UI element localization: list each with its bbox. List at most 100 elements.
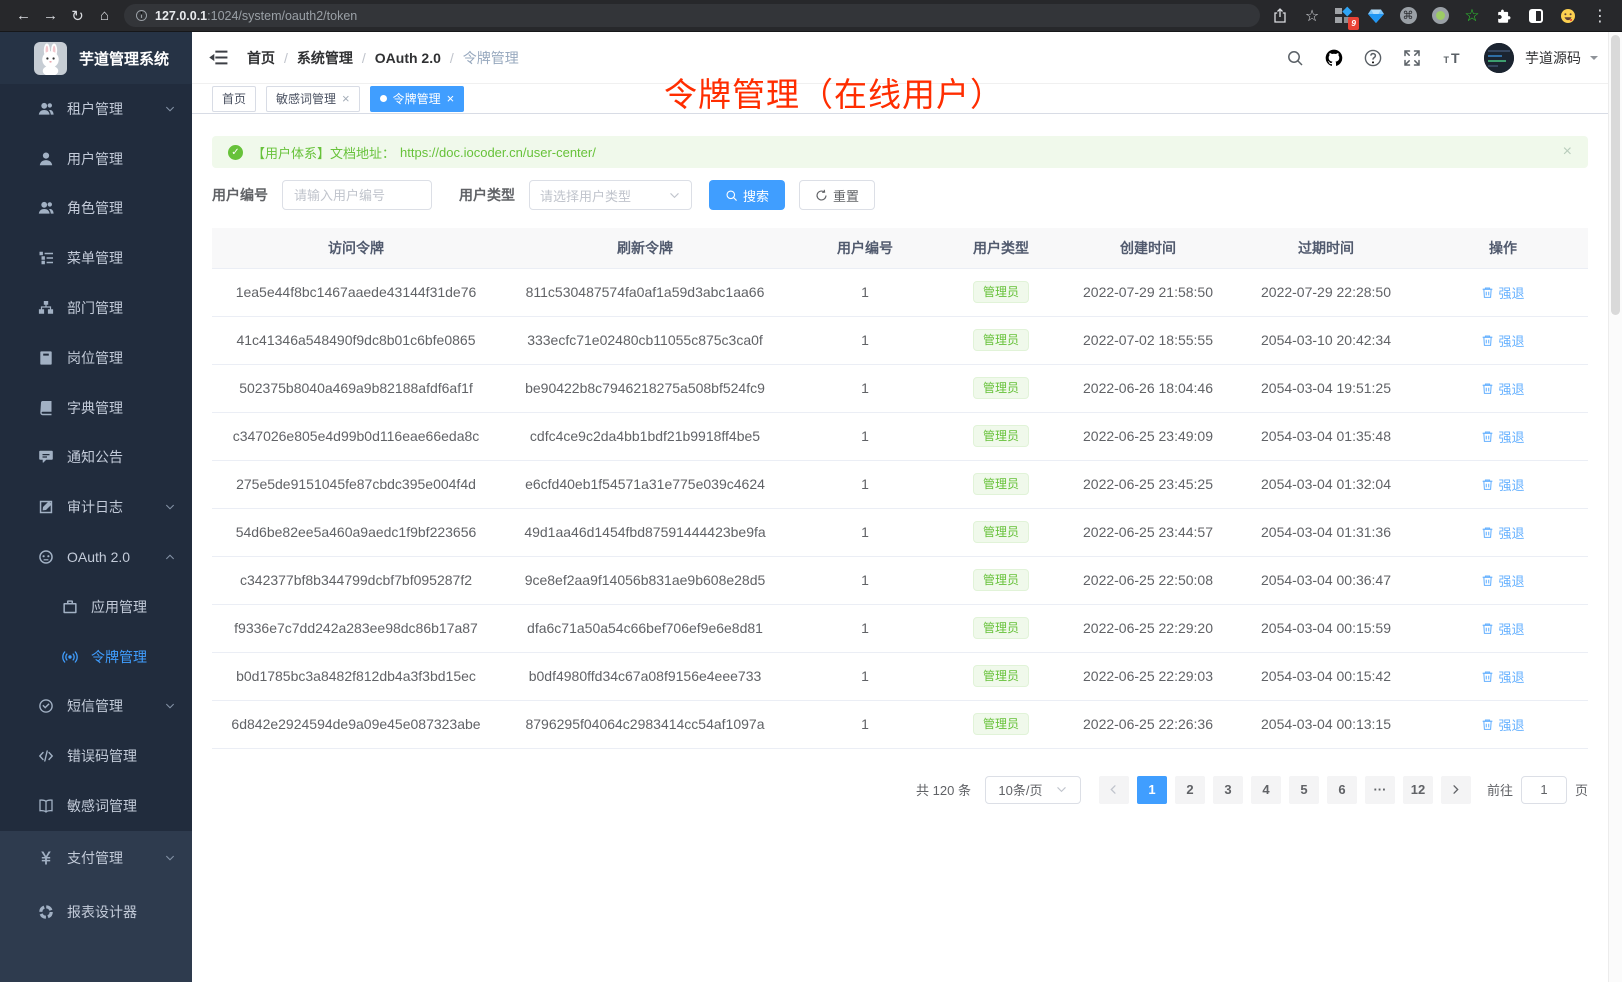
sidebar-item-dept[interactable]: 部门管理 [0, 283, 192, 333]
pagination-page-5[interactable]: 5 [1289, 776, 1319, 804]
sidebar-item-sms[interactable]: 短信管理 [0, 682, 192, 732]
sidebar-item-notice[interactable]: 通知公告 [0, 433, 192, 483]
created-time-cell: 2022-07-02 18:55:55 [1062, 316, 1234, 364]
expired-time-cell: 2054-03-04 00:15:59 [1234, 604, 1418, 652]
force-logout-button[interactable]: 强退 [1481, 571, 1524, 590]
reader-extension-icon[interactable] [1526, 6, 1546, 26]
sidebar-item-audit-log[interactable]: 审计日志 [0, 482, 192, 532]
pagination-page-2[interactable]: 2 [1175, 776, 1205, 804]
puzzle-extensions-icon[interactable] [1494, 6, 1514, 26]
force-logout-button[interactable]: 强退 [1481, 331, 1524, 350]
emoji-extension-icon[interactable] [1558, 6, 1578, 26]
browser-back-icon[interactable]: ← [10, 3, 37, 29]
page-scrollbar[interactable] [1608, 32, 1622, 982]
breadcrumb-item: 令牌管理 [463, 48, 519, 68]
page-content: ✓ 【用户体系】文档地址： https://doc.iocoder.cn/use… [192, 114, 1622, 982]
pagination-prev[interactable] [1099, 776, 1129, 804]
github-icon[interactable] [1325, 49, 1343, 67]
browser-menu-icon[interactable]: ⋮ [1590, 6, 1610, 26]
gem-extension-icon[interactable] [1366, 6, 1386, 26]
fullscreen-icon[interactable] [1403, 49, 1421, 67]
sidebar-item-oauth2-app[interactable]: 应用管理 [0, 582, 192, 632]
sidebar-item-menu[interactable]: 菜单管理 [0, 233, 192, 283]
user-id-cell: 1 [790, 316, 940, 364]
pagination-next[interactable] [1441, 776, 1471, 804]
breadcrumb-item[interactable]: OAuth 2.0 [375, 50, 441, 66]
browser-home-icon[interactable]: ⌂ [91, 3, 118, 29]
address-bar[interactable]: 127.0.0.1:1024/system/oauth2/token [124, 4, 1260, 27]
sidebar-item-oauth2-token[interactable]: 令牌管理 [0, 632, 192, 682]
sidebar-item-post[interactable]: 岗位管理 [0, 333, 192, 383]
force-logout-button[interactable]: 强退 [1481, 667, 1524, 686]
force-logout-button[interactable]: 强退 [1481, 619, 1524, 638]
user-type-cell: 管理员 [940, 316, 1062, 364]
tab-close-icon[interactable]: × [342, 92, 350, 105]
force-logout-button[interactable]: 强退 [1481, 379, 1524, 398]
bookmark-star-icon[interactable]: ☆ [1302, 6, 1322, 26]
force-logout-button[interactable]: 强退 [1481, 715, 1524, 734]
user-name[interactable]: 芋道源码 [1525, 48, 1581, 68]
goto-page-input[interactable] [1521, 776, 1567, 804]
user-id-cell: 1 [790, 268, 940, 316]
action-cell: 强退 [1418, 652, 1588, 700]
breadcrumb-separator: / [362, 50, 366, 66]
goto-page: 前往 页 [1487, 776, 1588, 804]
pagination-page-4[interactable]: 4 [1251, 776, 1281, 804]
tab-sensitive-word[interactable]: 敏感词管理 × [266, 86, 360, 112]
command-extension-icon[interactable]: ⌘ [1398, 6, 1418, 26]
force-logout-button[interactable]: 强退 [1481, 283, 1524, 302]
pagination-page-6[interactable]: 6 [1327, 776, 1357, 804]
user-type-select[interactable]: 请选择用户类型 [529, 180, 692, 210]
tab-home[interactable]: 首页 [212, 86, 256, 112]
page-size-select[interactable]: 10条/页 [985, 776, 1081, 804]
sidebar-menu-bottom: 支付管理 报表设计器 [0, 831, 192, 982]
force-logout-button[interactable]: 强退 [1481, 523, 1524, 542]
doc-link[interactable]: https://doc.iocoder.cn/user-center/ [400, 145, 596, 160]
force-logout-button[interactable]: 强退 [1481, 475, 1524, 494]
search-icon[interactable] [1286, 49, 1304, 67]
user-id-input[interactable] [282, 180, 432, 210]
sidebar-item-pay[interactable]: 支付管理 [0, 831, 192, 885]
sidebar-item-user[interactable]: 用户管理 [0, 134, 192, 184]
access-token-cell: 1ea5e44f8bc1467aaede43144f31de76 [212, 268, 500, 316]
user-icon [38, 151, 54, 167]
search-button[interactable]: 搜索 [709, 180, 785, 210]
sidebar-item-dict[interactable]: 字典管理 [0, 383, 192, 433]
scrollbar-thumb[interactable] [1611, 35, 1620, 315]
collapse-sidebar-icon[interactable] [208, 47, 229, 68]
user-type-tag: 管理员 [973, 617, 1029, 639]
sidebar-item-role[interactable]: 角色管理 [0, 184, 192, 234]
sidebar-item-oauth2[interactable]: OAuth 2.0 [0, 532, 192, 582]
chevron-up-icon [164, 551, 176, 563]
access-token-cell: 502375b8040a469a9b82188afdf6af1f [212, 364, 500, 412]
font-size-icon[interactable] [1442, 49, 1463, 67]
user-menu-caret-icon[interactable] [1590, 56, 1598, 64]
tab-close-icon[interactable]: × [447, 92, 455, 105]
record-extension-icon[interactable] [1430, 6, 1450, 26]
pagination-page-3[interactable]: 3 [1213, 776, 1243, 804]
user-avatar[interactable] [1484, 43, 1514, 73]
pagination-more[interactable]: ··· [1365, 776, 1395, 804]
sidebar-item-error-code[interactable]: 错误码管理 [0, 731, 192, 781]
star-extension-icon[interactable]: ☆ [1462, 6, 1482, 26]
tab-token[interactable]: 令牌管理 × [370, 86, 465, 112]
alert-close-icon[interactable]: × [1563, 143, 1572, 161]
pagination-page-1[interactable]: 1 [1137, 776, 1167, 804]
sidebar-item-tenant[interactable]: 租户管理 [0, 84, 192, 134]
breadcrumb-item[interactable]: 首页 [247, 48, 275, 68]
browser-forward-icon[interactable]: → [37, 3, 64, 29]
sidebar-item-report[interactable]: 报表设计器 [0, 885, 192, 939]
share-icon[interactable] [1270, 6, 1290, 26]
browser-reload-icon[interactable]: ↻ [64, 3, 91, 29]
sidebar-item-sensitive-word[interactable]: 敏感词管理 [0, 781, 192, 831]
reset-button[interactable]: 重置 [799, 180, 875, 210]
menu-tree-icon [38, 250, 54, 266]
extension-grid-icon[interactable]: 9 [1334, 6, 1354, 26]
help-icon[interactable] [1364, 49, 1382, 67]
force-logout-button[interactable]: 强退 [1481, 427, 1524, 446]
table-header-row: 访问令牌刷新令牌用户编号用户类型创建时间过期时间操作 [212, 228, 1588, 268]
pagination-page-12[interactable]: 12 [1403, 776, 1433, 804]
app-logo-bar[interactable]: 芋道管理系统 [0, 32, 192, 84]
breadcrumb-item[interactable]: 系统管理 [297, 48, 353, 68]
site-info-icon[interactable] [135, 9, 148, 22]
